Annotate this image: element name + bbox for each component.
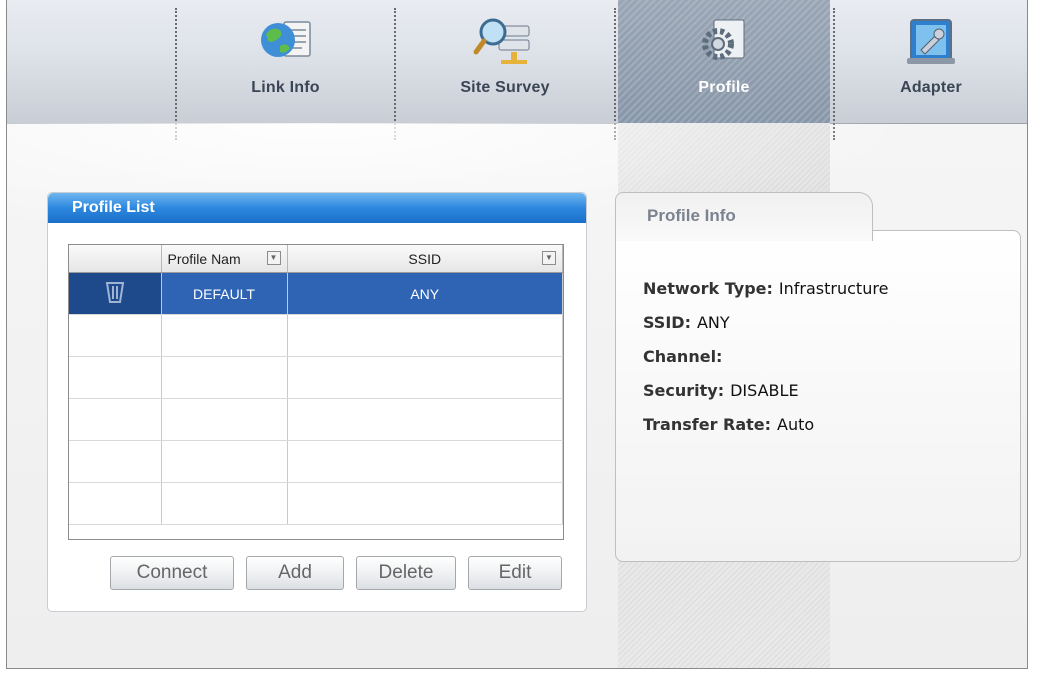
security-label: Security: [643,381,725,400]
transfer-rate-value: Auto [777,415,815,434]
ssid-line: SSID: ANY [643,313,888,347]
connect-button[interactable]: Connect [110,556,234,590]
ssid-value: ANY [696,313,730,332]
top-nav-bar: Link Info Site Survey Profile Adapter [7,0,1027,140]
profile-status-icon [104,282,126,307]
dropdown-arrow-icon[interactable]: ▼ [542,251,556,265]
transfer-rate-label: Transfer Rate: [643,415,772,434]
column-header-profile-name[interactable]: Profile Nam ▼ [161,245,288,273]
table-row[interactable] [69,314,563,357]
table-row[interactable] [69,440,563,483]
profile-list-panel: Profile List Profile Nam ▼ SSID ▼ DEFAUL… [47,192,587,612]
column-header-ssid-label: SSID [408,250,442,267]
profile-grid: Profile Nam ▼ SSID ▼ DEFAULT ANY [68,244,564,540]
column-header-profile-name-label: Profile Nam [167,250,241,267]
tab-profile-label: Profile [698,79,750,96]
table-row[interactable] [69,356,563,399]
dropdown-arrow-icon[interactable]: ▼ [266,251,281,265]
tab-link-info[interactable]: Link Info [177,0,394,123]
adapter-screen-icon [903,14,959,75]
profile-list-title: Profile List [48,193,586,223]
ssid-label: SSID: [643,313,691,332]
channel-label: Channel: [643,347,723,366]
profile-info-details: Network Type: Infrastructure SSID: ANY Cha… [643,279,888,449]
channel-line: Channel: [643,347,888,381]
column-header-icon [69,245,162,273]
gear-document-icon [696,14,752,73]
tab-site-survey[interactable]: Site Survey [396,0,614,123]
app-window: Link Info Site Survey Profile Adapter Pr… [6,0,1028,669]
network-type-value: Infrastructure [778,279,889,298]
column-header-ssid[interactable]: SSID ▼ [287,245,563,273]
security-line: Security: DISABLE [643,381,888,415]
tab-adapter[interactable]: Adapter [835,0,1027,123]
network-type-line: Network Type: Infrastructure [643,279,888,313]
table-row[interactable] [69,398,563,441]
tab-profile[interactable]: Profile [618,0,830,123]
connection-status-cell [69,272,162,315]
profile-info-title: Profile Info [647,206,736,225]
security-value: DISABLE [730,381,799,400]
table-row[interactable]: DEFAULT ANY [69,272,563,315]
tab-site-survey-label: Site Survey [460,79,550,96]
add-button[interactable]: Add [246,556,344,590]
transfer-rate-line: Transfer Rate: Auto [643,415,888,449]
tab-adapter-label: Adapter [900,79,962,96]
profile-name-cell: DEFAULT [161,272,288,315]
network-type-label: Network Type: [643,279,773,298]
profile-actions: Connect Add Delete Edit [110,556,562,590]
edit-button[interactable]: Edit [468,556,562,590]
tab-link-info-label: Link Info [251,79,320,96]
ssid-cell: ANY [287,272,563,315]
table-row[interactable] [69,482,563,525]
delete-button[interactable]: Delete [356,556,456,590]
nav-separator [614,8,616,140]
globe-document-icon [256,14,316,73]
magnifier-network-icon [473,14,537,73]
